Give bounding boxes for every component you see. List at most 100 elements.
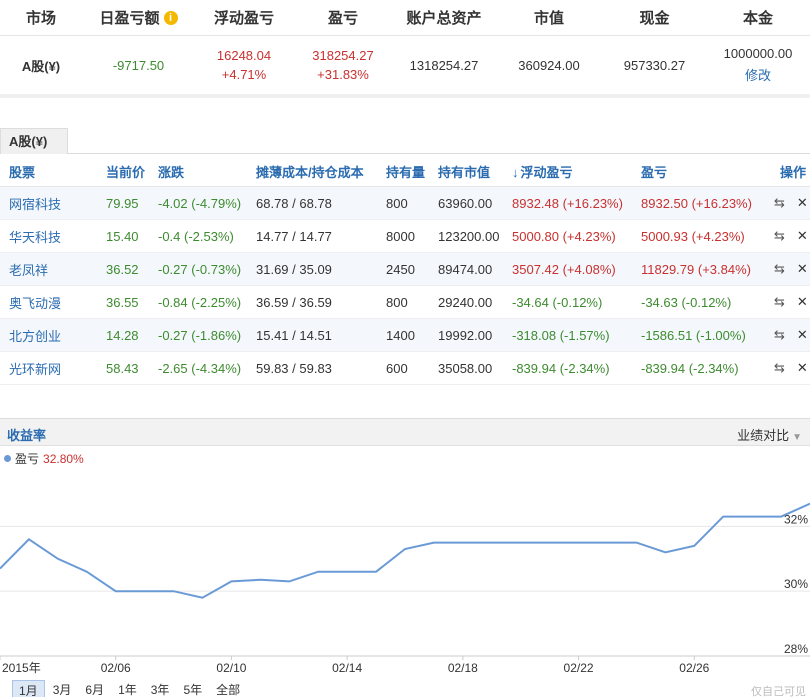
range-button[interactable]: 全部 (210, 680, 246, 697)
col-change[interactable]: 涨跌 (149, 162, 247, 181)
range-button[interactable]: 3年 (145, 680, 176, 697)
pl-cell: -1586.51 (-1.00%) (641, 327, 746, 343)
x-tick-label: 02/22 (564, 661, 594, 675)
trade-icon[interactable]: ⇆ (774, 195, 785, 211)
qty-cell: 1400 (386, 327, 415, 343)
total-assets-value: 1318254.27 (409, 57, 479, 73)
range-button[interactable]: 5年 (177, 680, 208, 697)
qty-cell: 8000 (386, 228, 415, 244)
close-icon[interactable]: ✕ (797, 261, 808, 277)
x-tick-label: 02/06 (101, 661, 131, 675)
stock-name-link[interactable]: 奥飞动漫 (0, 293, 97, 312)
stock-name-link[interactable]: 网宿科技 (0, 194, 97, 213)
stock-name-link[interactable]: 华天科技 (0, 227, 97, 246)
chart-legend[interactable]: 盈亏 32.80% (4, 450, 84, 467)
account-summary: 市场 日盈亏额 i 浮动盈亏 盈亏 账户总资产 市值 现金 本金 A股(¥) -9… (0, 0, 810, 98)
col-value[interactable]: 持有市值 (429, 162, 503, 181)
range-selector: 1月 3月 6月 1年 3年 5年 全部 (12, 680, 248, 697)
holdings-rows: 网宿科技 79.95 -4.02 (-4.79%) 68.78 / 68.78 800 6… (0, 187, 810, 385)
cost-cell: 15.41 / 14.51 (256, 327, 332, 343)
modify-link[interactable]: 修改 (745, 65, 771, 84)
summary-header-daily-pl: 日盈亏额 i (82, 0, 195, 35)
pl-cell: 11829.79 (+3.84%) (641, 261, 751, 277)
float-pl-cell: -318.08 (-1.57%) (512, 327, 610, 343)
float-pl-cell: 16248.04 +4.71% (195, 36, 293, 94)
float-pl-cell: 5000.80 (+4.23%) (512, 228, 616, 244)
value-cell: 19992.00 (438, 327, 493, 343)
x-tick-label: 02/10 (216, 661, 246, 675)
x-tick-label: 2015年 (2, 661, 41, 675)
value-cell: 35058.00 (438, 360, 493, 376)
float-pl-cell: 3507.42 (+4.08%) (512, 261, 616, 277)
stock-name-link[interactable]: 光环新网 (0, 359, 97, 378)
cost-cell: 14.77 / 14.77 (256, 228, 332, 244)
table-row: 网宿科技 79.95 -4.02 (-4.79%) 68.78 / 68.78 800 6… (0, 187, 810, 220)
row-actions: ⇆ ✕ (760, 261, 810, 277)
close-icon[interactable]: ✕ (797, 294, 808, 310)
price-cell: 15.40 (106, 228, 139, 244)
trade-icon[interactable]: ⇆ (774, 360, 785, 376)
close-icon[interactable]: ✕ (797, 327, 808, 343)
pl-cell: 5000.93 (+4.23%) (641, 228, 745, 244)
cost-cell: 68.78 / 68.78 (256, 195, 332, 211)
trade-icon[interactable]: ⇆ (774, 228, 785, 244)
summary-header-principal: 本金 (742, 10, 773, 27)
price-cell: 58.43 (106, 360, 139, 376)
float-pl-value: 16248.04 (216, 48, 272, 63)
stock-name-link[interactable]: 北方创业 (0, 326, 97, 345)
summary-header-pl: 盈亏 (327, 10, 358, 27)
legend-dot (4, 455, 11, 462)
value-cell: 29240.00 (438, 294, 493, 310)
cost-cell: 31.69 / 35.09 (256, 261, 332, 277)
change-cell: -0.27 (-0.73%) (158, 261, 242, 277)
col-actions: 操作 (780, 165, 807, 180)
float-pl-cell: -839.94 (-2.34%) (512, 360, 610, 376)
range-button[interactable]: 1月 (12, 680, 45, 697)
pl-cell: 8932.50 (+16.23%) (641, 195, 752, 211)
y-tick-label: 30% (784, 577, 808, 591)
summary-header-market: 市场 (25, 10, 56, 27)
table-row: 光环新网 58.43 -2.65 (-4.34%) 59.83 / 59.83 600 3… (0, 352, 810, 385)
close-icon[interactable]: ✕ (797, 195, 808, 211)
summary-header-float-pl: 浮动盈亏 (213, 10, 274, 27)
watermark-text: 仅自己可见 (751, 686, 806, 697)
col-qty[interactable]: 持有量 (377, 162, 429, 181)
price-cell: 36.55 (106, 294, 139, 310)
daily-pl-label: 日盈亏额 (99, 10, 160, 27)
compare-dropdown[interactable]: 业绩对比 ▼ (737, 425, 802, 444)
summary-header-cash: 现金 (639, 10, 670, 27)
float-pl-cell: -34.64 (-0.12%) (512, 294, 603, 310)
stock-name-link[interactable]: 老凤祥 (0, 260, 97, 279)
cash-value: 957330.27 (623, 57, 686, 73)
close-icon[interactable]: ✕ (797, 228, 808, 244)
x-tick-label: 02/14 (332, 661, 362, 675)
trade-icon[interactable]: ⇆ (774, 327, 785, 343)
range-button[interactable]: 1年 (112, 680, 143, 697)
col-price[interactable]: 当前价 (97, 162, 149, 181)
pl-cell: -34.63 (-0.12%) (641, 294, 732, 310)
holdings-header: 股票 当前价 涨跌 摊薄成本/持仓成本 持有量 持有市值 ↓ 浮动盈亏 盈亏 操作 (0, 157, 810, 187)
qty-cell: 2450 (386, 261, 415, 277)
col-float-pl[interactable]: ↓ 浮动盈亏 (503, 162, 632, 181)
trade-icon[interactable]: ⇆ (774, 261, 785, 277)
change-cell: -0.27 (-1.86%) (158, 327, 242, 343)
qty-cell: 800 (386, 195, 408, 211)
legend-value: 32.80% (43, 451, 84, 466)
table-row: 奥飞动漫 36.55 -0.84 (-2.25%) 36.59 / 36.59 800 2… (0, 286, 810, 319)
range-button[interactable]: 6月 (79, 680, 110, 697)
range-button[interactable]: 3月 (47, 680, 78, 697)
col-cost[interactable]: 摊薄成本/持仓成本 (247, 162, 377, 181)
holdings-table: 股票 当前价 涨跌 摊薄成本/持仓成本 持有量 持有市值 ↓ 浮动盈亏 盈亏 操作… (0, 157, 810, 385)
market-tab-bar: A股(¥) (0, 128, 810, 154)
row-actions: ⇆ ✕ (760, 360, 810, 376)
col-pl[interactable]: 盈亏 (632, 162, 760, 181)
y-tick-label: 28% (784, 642, 808, 656)
col-stock[interactable]: 股票 (0, 162, 97, 181)
info-icon[interactable]: i (163, 10, 178, 25)
price-cell: 36.52 (106, 261, 139, 277)
value-cell: 123200.00 (438, 228, 500, 244)
close-icon[interactable]: ✕ (797, 360, 808, 376)
trade-icon[interactable]: ⇆ (774, 294, 785, 310)
tab-a-share[interactable]: A股(¥) (0, 128, 68, 154)
qty-cell: 600 (386, 360, 408, 376)
